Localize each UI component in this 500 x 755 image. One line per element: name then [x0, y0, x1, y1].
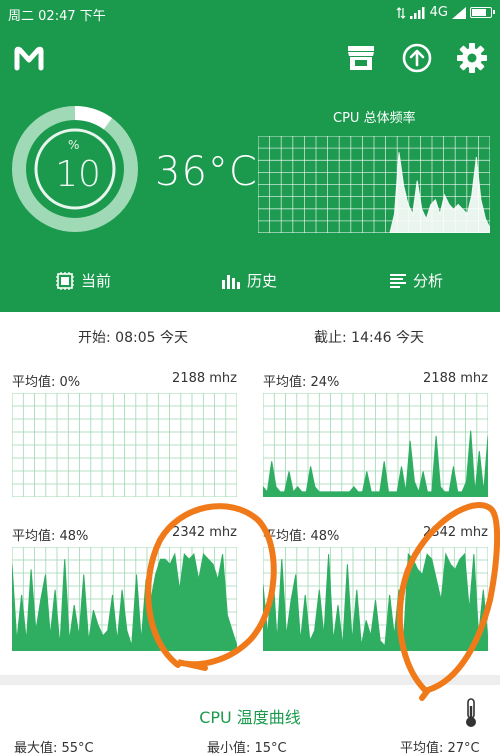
core-panel-4: 平均值: 48% 2342 mhz [263, 525, 488, 653]
core-2-average: 平均值: 24% [263, 375, 340, 390]
status-clock: 02:47 [38, 9, 76, 24]
core-panel-1: 平均值: 0% 2188 mhz [12, 371, 237, 499]
temperature-average: 平均值: 27°C [400, 741, 480, 755]
tab-current-label: 当前 [81, 272, 112, 290]
upload-icon[interactable] [401, 42, 433, 74]
cpu-chip-icon [56, 271, 74, 290]
network-type: 4G [429, 5, 448, 20]
core-4-chart [263, 547, 488, 651]
range-end: 截止: 14:46 今天 [314, 330, 424, 346]
status-indicators: 4G [396, 5, 495, 20]
tab-history[interactable]: 历史 [221, 270, 277, 291]
signal-icon [409, 6, 425, 19]
tab-analysis-label: 分析 [413, 272, 444, 290]
bar-chart-icon [222, 274, 240, 289]
status-day: 周二 [8, 9, 35, 24]
core-1-average: 平均值: 0% [12, 375, 81, 390]
temperature-max: 最大值: 55°C [14, 741, 94, 755]
core-1-chart [12, 393, 237, 497]
status-time: 周二 02:47 下午 [8, 5, 106, 24]
core-4-average: 平均值: 48% [263, 529, 340, 544]
core-panel-2: 平均值: 24% 2188 mhz [263, 371, 488, 499]
core-3-max-frequency: 2342 mhz [172, 525, 237, 540]
core-2-max-frequency: 2188 mhz [423, 371, 488, 386]
temperature-curve-title[interactable]: CPU 温度曲线 [0, 704, 500, 728]
gauge-unit: % [68, 138, 80, 152]
thermometer-icon[interactable] [462, 698, 480, 728]
core-3-average: 平均值: 48% [12, 529, 89, 544]
tab-current[interactable]: 当前 [55, 270, 111, 291]
core-3-chart [12, 547, 237, 651]
app-header: % 10 36°C CPU 总体频率 当前 历史 分析 [0, 26, 500, 312]
total-frequency-title: CPU 总体频率 [333, 111, 416, 126]
tab-history-label: 历史 [247, 272, 278, 290]
settings-gear-icon[interactable] [456, 42, 488, 74]
data-transfer-icon [396, 6, 406, 19]
core-2-chart [263, 393, 488, 497]
gauge-value: 10 [55, 154, 101, 195]
signal-icon-2 [452, 6, 466, 19]
temperature-min: 最小值: 15°C [207, 741, 287, 755]
tab-bar: 当前 历史 分析 [0, 262, 500, 302]
core-panel-3: 平均值: 48% 2342 mhz [12, 525, 237, 653]
total-frequency-chart [258, 136, 490, 233]
store-icon[interactable] [345, 42, 377, 74]
section-divider [0, 675, 500, 685]
current-temperature: 36°C [155, 149, 258, 195]
app-logo-icon[interactable] [14, 46, 44, 72]
tab-analysis[interactable]: 分析 [389, 270, 443, 291]
core-1-max-frequency: 2188 mhz [172, 371, 237, 386]
battery-icon [470, 7, 495, 18]
core-4-max-frequency: 2342 mhz [423, 525, 488, 540]
status-period: 下午 [79, 9, 106, 24]
range-start: 开始: 08:05 今天 [78, 330, 188, 346]
list-lines-icon [390, 273, 406, 288]
status-bar: 周二 02:47 下午 4G [0, 0, 500, 26]
